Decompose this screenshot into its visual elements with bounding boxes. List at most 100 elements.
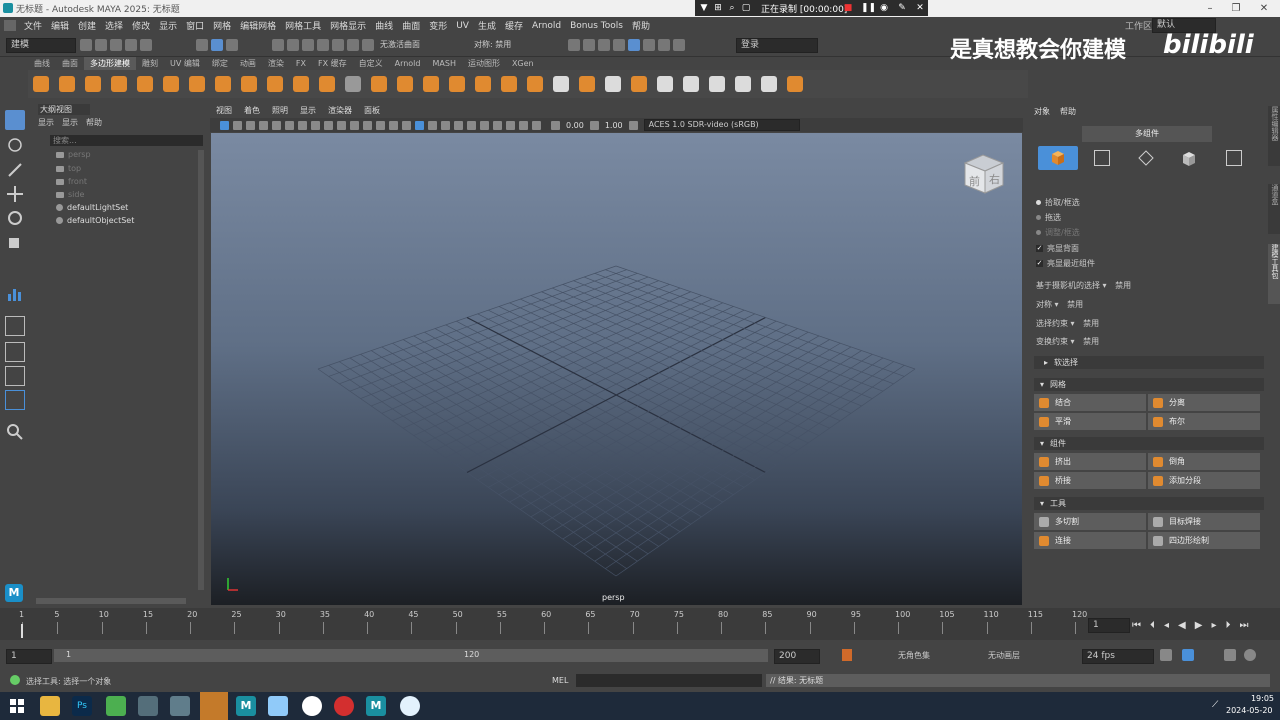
tearoff-icon[interactable] <box>4 20 16 31</box>
object-mode-icon[interactable] <box>211 39 223 51</box>
boolean-button[interactable]: 布尔 <box>1148 413 1260 430</box>
start-time-field[interactable]: 1 <box>6 649 52 664</box>
auto-key-icon[interactable] <box>842 649 852 661</box>
hierarchy-mode-icon[interactable] <box>196 39 208 51</box>
menu-item[interactable]: 曲面 <box>402 19 420 32</box>
end-time-field[interactable]: 200 <box>774 649 820 664</box>
shelf-tab[interactable]: 动画 <box>234 57 262 70</box>
field-chart-icon[interactable] <box>363 120 372 130</box>
object-mode-button[interactable] <box>1038 146 1078 170</box>
arnold-render-icon[interactable] <box>628 39 640 51</box>
combine-button[interactable]: 结合 <box>1034 394 1146 411</box>
snap-curve-icon[interactable] <box>287 39 299 51</box>
windows-start-icon[interactable] <box>10 699 24 713</box>
freeze-transform-icon[interactable] <box>761 76 777 92</box>
symmetry-option[interactable]: 对称 ▾ 禁用 <box>1036 299 1083 310</box>
command-input[interactable] <box>576 674 762 687</box>
dropdown-icon[interactable]: ▼ <box>699 3 709 13</box>
combine-icon[interactable] <box>371 76 387 92</box>
toolkit-menu-help[interactable]: 帮助 <box>1060 106 1076 117</box>
snap-grid-icon[interactable] <box>272 39 284 51</box>
smooth-shade-icon[interactable] <box>415 120 424 130</box>
shelf-tab[interactable]: 雕刻 <box>136 57 164 70</box>
outliner-item-front[interactable]: front <box>56 177 87 186</box>
poly-disc-icon[interactable] <box>189 76 205 92</box>
play-forward-icon[interactable]: ▶ <box>1195 620 1203 631</box>
exposure-value[interactable]: 0.00 <box>566 121 584 130</box>
gate-mask-icon[interactable] <box>350 120 359 130</box>
edge-mode-button[interactable] <box>1138 150 1154 166</box>
perspective-viewport[interactable]: 前 右 persp <box>211 133 1022 605</box>
outliner-menu-show[interactable]: 显示 <box>62 117 78 128</box>
menu-item[interactable]: Arnold <box>532 21 561 31</box>
maximize-icon[interactable]: ❐ <box>1222 1 1250 16</box>
file-explorer-icon[interactable] <box>40 696 60 716</box>
outliner-item-side[interactable]: side <box>56 190 84 199</box>
symmetry-status[interactable]: 对称: 禁用 <box>474 39 511 50</box>
camera-icon[interactable]: ◉ <box>879 3 889 13</box>
side-tab-modeling-toolkit[interactable]: 建模工具包 <box>1268 244 1280 304</box>
wireframe-icon[interactable] <box>402 120 411 130</box>
2d-pan-icon[interactable] <box>285 120 294 130</box>
shelf-tab[interactable]: 自定义 <box>353 57 389 70</box>
search-icon[interactable] <box>5 422 25 442</box>
light-editor-icon[interactable] <box>658 39 670 51</box>
menu-item[interactable]: 创建 <box>78 19 96 32</box>
tools-section-header[interactable]: ▾ 工具 <box>1034 497 1264 510</box>
pen-icon[interactable]: ✎ <box>897 3 907 13</box>
anim-layer-select[interactable]: 无动画层 <box>988 650 1020 661</box>
lasso-tool-icon[interactable] <box>5 136 25 156</box>
transform-constraint-option[interactable]: 变换约束 ▾ 禁用 <box>1036 336 1099 347</box>
color-management-icon[interactable] <box>628 120 638 130</box>
viewport-menu-item[interactable]: 面板 <box>364 105 380 116</box>
safe-title-icon[interactable] <box>389 120 398 130</box>
pause-icon[interactable]: ❚❚ <box>861 3 876 13</box>
menu-item[interactable]: 编辑网格 <box>240 19 276 32</box>
multi-cut-icon[interactable] <box>657 76 673 92</box>
image-plane-icon[interactable] <box>272 120 281 130</box>
resolution-gate-icon[interactable] <box>337 120 346 130</box>
smooth-button[interactable]: 平滑 <box>1034 413 1146 430</box>
snap-edge-icon[interactable] <box>347 39 359 51</box>
option-pick-marquee[interactable]: 拾取/框选 <box>1036 197 1080 208</box>
render-view-icon[interactable] <box>643 39 655 51</box>
quad-draw-button[interactable]: 四边形绘制 <box>1148 532 1260 549</box>
scale-tool-icon[interactable] <box>5 232 25 252</box>
save-scene-icon[interactable] <box>110 39 122 51</box>
xray-icon[interactable] <box>519 120 528 130</box>
lights-icon[interactable] <box>454 120 463 130</box>
viewport-menu-item[interactable]: 着色 <box>244 105 260 116</box>
open-scene-icon[interactable] <box>95 39 107 51</box>
rotate-tool-icon[interactable] <box>5 208 25 228</box>
current-time-marker[interactable] <box>21 624 23 638</box>
checker-icon[interactable] <box>345 76 361 92</box>
textured-icon[interactable] <box>441 120 450 130</box>
select-tool-icon[interactable] <box>5 110 25 130</box>
shelf-tab[interactable]: 渲染 <box>262 57 290 70</box>
snap-view-icon[interactable] <box>317 39 329 51</box>
shelf-tab[interactable]: FX 缓存 <box>312 57 353 70</box>
connect-button[interactable]: 连接 <box>1034 532 1146 549</box>
outliner-search-input[interactable]: 搜索... <box>50 135 203 146</box>
mesh-section-header[interactable]: ▾ 网格 <box>1034 378 1264 391</box>
app-icon-blue[interactable] <box>268 696 288 716</box>
pause-viewport-icon[interactable] <box>673 39 685 51</box>
recorder-icon[interactable] <box>334 696 354 716</box>
step-forward-key-icon[interactable]: ⏵ <box>1225 620 1230 631</box>
boolean-diff-icon[interactable] <box>475 76 491 92</box>
select-camera-icon[interactable] <box>220 120 229 130</box>
clock-date[interactable]: 2024-05-20 <box>1226 706 1273 715</box>
smooth-icon[interactable] <box>423 76 439 92</box>
toolkit-menu-object[interactable]: 对象 <box>1034 106 1050 117</box>
check-highlight-nearest[interactable]: ✓ 亮显最近组件 <box>1036 258 1095 269</box>
bevel-icon[interactable] <box>579 76 595 92</box>
step-forward-frame-icon[interactable]: ▸ <box>1211 620 1216 631</box>
quad-draw-icon[interactable] <box>709 76 725 92</box>
menu-item[interactable]: 帮助 <box>632 19 650 32</box>
outliner-item-lightset[interactable]: defaultLightSet <box>56 203 128 212</box>
soft-select-section[interactable]: ▸ 软选择 <box>1034 356 1264 369</box>
loop-icon[interactable] <box>1160 649 1172 661</box>
outliner-item-top[interactable]: top <box>56 164 81 173</box>
vertex-mode-button[interactable] <box>1094 150 1110 166</box>
outliner-item-objectset[interactable]: defaultObjectSet <box>56 216 134 225</box>
